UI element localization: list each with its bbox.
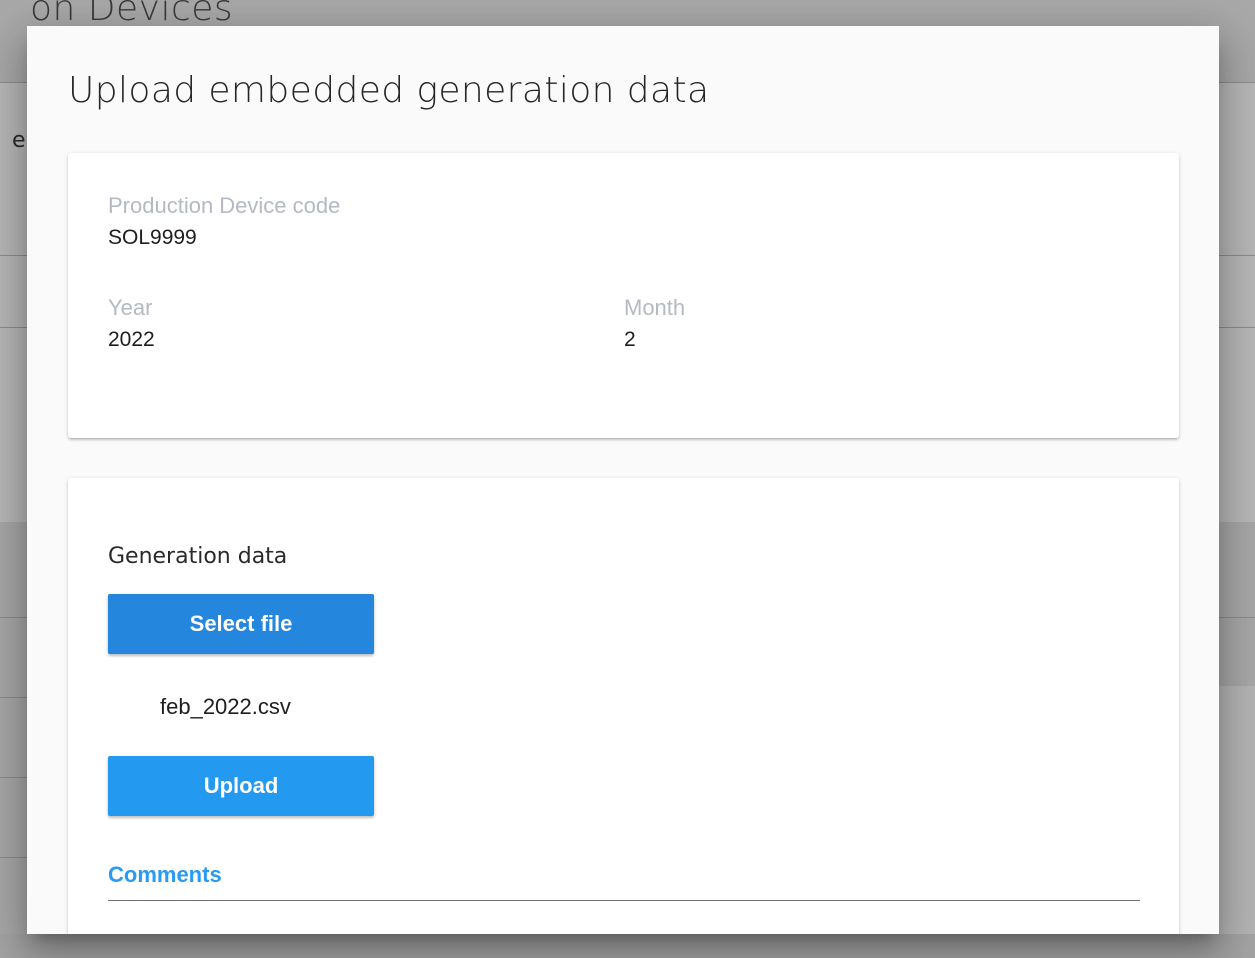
upload-dialog: Upload embedded generation data Producti… <box>27 26 1219 934</box>
background-panel <box>1219 686 1255 958</box>
comments-label: Comments <box>108 862 222 887</box>
background-page-title: on Devices <box>30 0 234 29</box>
comments-field[interactable] <box>108 890 1140 901</box>
background-text-fragment: e <box>12 128 26 153</box>
selected-file-name: feb_2022.csv <box>160 694 291 719</box>
month-value: 2 <box>624 328 636 351</box>
year-value: 2022 <box>108 328 155 351</box>
dialog-title: Upload embedded generation data <box>68 70 710 111</box>
month-label: Month <box>624 295 686 320</box>
upload-button[interactable]: Upload <box>108 756 374 816</box>
background-footer <box>0 934 1255 958</box>
device-code-label: Production Device code <box>108 193 341 218</box>
device-info-card: Production Device code SOL9999 Year 2022… <box>68 153 1179 438</box>
year-label: Year <box>108 295 153 320</box>
generation-data-heading: Generation data <box>108 544 288 569</box>
generation-data-card: Generation data Select file feb_2022.csv… <box>68 478 1179 934</box>
device-code-value: SOL9999 <box>108 226 197 249</box>
select-file-button[interactable]: Select file <box>108 594 374 654</box>
